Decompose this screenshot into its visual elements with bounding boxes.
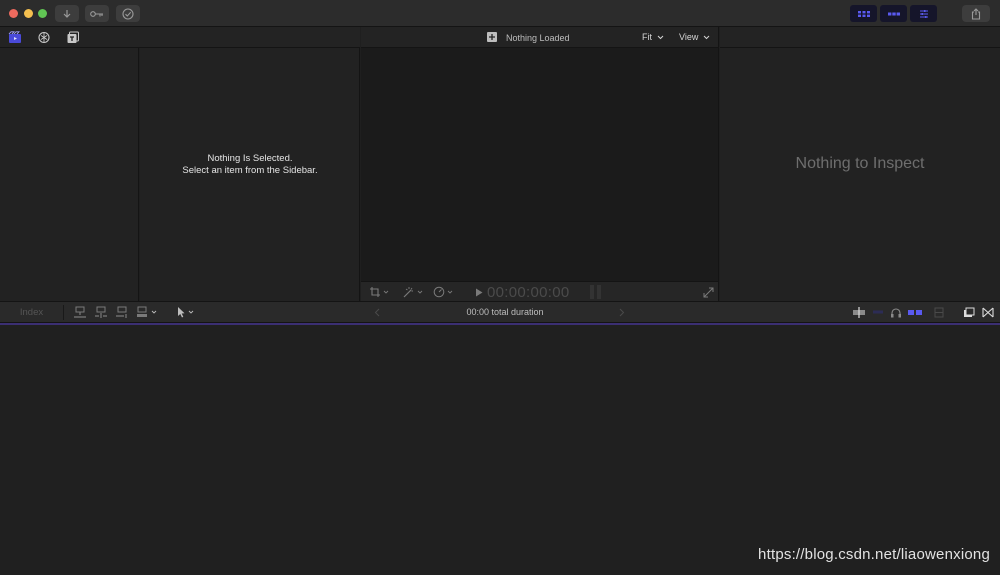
- timeline-area[interactable]: [0, 325, 1000, 575]
- inspector-empty-message: Nothing to Inspect: [795, 155, 925, 172]
- speedometer-icon: [433, 286, 453, 297]
- libraries-workspace-toggle[interactable]: [850, 5, 877, 22]
- fit-label: Fit: [642, 32, 652, 42]
- timeline-workspace-toggle[interactable]: [880, 5, 907, 22]
- checkmark-circle-icon: [122, 7, 134, 20]
- play-button[interactable]: [474, 287, 484, 297]
- browser-empty-line2: Select an item from the Sidebar.: [182, 165, 318, 176]
- skimming-icon: [853, 307, 865, 318]
- insert-clip-icon: [95, 306, 107, 318]
- connect-clip-icon: [74, 306, 86, 318]
- inspector-workspace-toggle[interactable]: [910, 5, 937, 22]
- previous-chevron-icon[interactable]: [372, 306, 382, 319]
- titles-generators-icon[interactable]: [65, 30, 80, 45]
- libraries-sidebar[interactable]: [0, 48, 139, 301]
- add-media-icon[interactable]: [487, 32, 497, 42]
- clip-appearance-icon: [934, 307, 944, 318]
- viewer-controls: 00:00:00:00: [361, 281, 719, 301]
- snapping-toggle[interactable]: [906, 306, 924, 319]
- close-window-button[interactable]: [9, 9, 18, 18]
- play-icon: [476, 288, 483, 296]
- enhance-tool-button[interactable]: [401, 285, 425, 298]
- share-button[interactable]: [962, 5, 990, 22]
- viewer-canvas[interactable]: [361, 48, 719, 281]
- browser-empty-line1: Nothing Is Selected.: [207, 153, 293, 164]
- arrow-pointer-icon: [178, 307, 194, 318]
- transitions-browser-button[interactable]: [981, 306, 995, 319]
- import-arrow-icon: [63, 9, 71, 18]
- libraries-icon[interactable]: [7, 30, 22, 45]
- chevron-down-icon: [657, 35, 663, 40]
- key-icon: [90, 10, 103, 17]
- background-tasks-button[interactable]: [116, 5, 140, 22]
- connect-clip-button[interactable]: [72, 305, 88, 320]
- fit-menu[interactable]: Fit: [642, 32, 664, 42]
- timeline-index-button[interactable]: Index: [0, 305, 64, 320]
- view-menu[interactable]: View: [679, 32, 710, 42]
- audio-meters-icon[interactable]: [588, 284, 604, 300]
- crop-icon: [370, 286, 389, 297]
- retime-button[interactable]: [432, 285, 456, 298]
- share-icon: [971, 7, 981, 20]
- browser-pane[interactable]: Nothing Is Selected. Select an item from…: [140, 48, 360, 301]
- inspector-sliders-icon: [919, 9, 928, 18]
- timeline-clips-icon: [887, 12, 900, 15]
- magic-wand-icon: [403, 286, 423, 297]
- timeline-toolbar: Index 00:00 total duration: [0, 301, 1000, 323]
- select-tool-button[interactable]: [174, 305, 196, 320]
- solo-toggle[interactable]: [889, 306, 903, 319]
- browser-toolbar: [0, 27, 360, 48]
- watermark-text: https://blog.csdn.net/liaowenxiong: [758, 546, 990, 563]
- crop-tool-button[interactable]: [368, 285, 390, 298]
- maximize-window-button[interactable]: [38, 9, 47, 18]
- timeline-duration: 00:00 total duration: [466, 307, 544, 317]
- viewer-status: Nothing Loaded: [506, 33, 570, 43]
- chevron-down-icon: [703, 35, 710, 40]
- photos-audio-icon[interactable]: [36, 30, 51, 45]
- skimming-toggle[interactable]: [851, 306, 867, 319]
- browser-empty-message: Nothing Is Selected. Select an item from…: [140, 153, 360, 177]
- overwrite-clip-button[interactable]: [135, 305, 159, 320]
- import-button[interactable]: [55, 5, 79, 22]
- audio-waveform-icon: [873, 310, 883, 314]
- next-chevron-icon[interactable]: [617, 306, 627, 319]
- inspector-toolbar: [720, 27, 1000, 48]
- fullscreen-button[interactable]: [702, 286, 714, 298]
- minimize-window-button[interactable]: [24, 9, 33, 18]
- snapping-icon: [908, 310, 922, 315]
- effects-browser-button[interactable]: [962, 306, 976, 319]
- overwrite-clip-icon: [137, 306, 157, 317]
- audio-skimming-toggle[interactable]: [871, 306, 885, 319]
- keywords-button[interactable]: [85, 5, 109, 22]
- expand-icon: [703, 287, 713, 297]
- viewer-toolbar: Nothing Loaded Fit View: [361, 27, 719, 48]
- view-label: View: [679, 32, 699, 42]
- inspector-pane: Nothing to Inspect: [720, 48, 1000, 301]
- timecode-display: 00:00:00:00: [487, 284, 570, 301]
- browser-grid-icon: [857, 10, 870, 17]
- insert-clip-button[interactable]: [93, 305, 109, 320]
- headphones-icon: [891, 308, 901, 318]
- effects-icon: [964, 307, 975, 317]
- clip-appearance-button[interactable]: [932, 306, 946, 319]
- transitions-icon: [982, 307, 994, 318]
- append-clip-button[interactable]: [114, 305, 130, 320]
- title-bar: [0, 0, 1000, 27]
- append-clip-icon: [116, 306, 127, 318]
